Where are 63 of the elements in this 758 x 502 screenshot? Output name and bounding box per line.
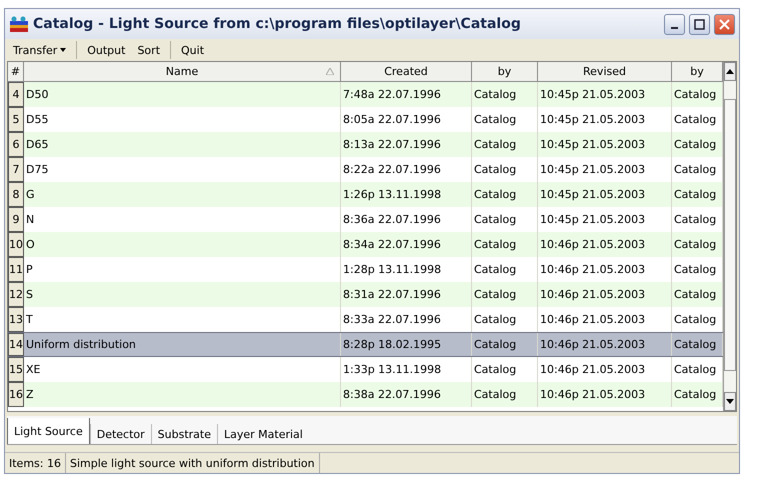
catalog-app-icon [9, 15, 29, 33]
table-cell: 8:28p 18.02.1995 [341, 333, 472, 356]
table-row[interactable]: 16 Z 8:38a 22.07.1996 Catalog 10:46p 21.05.2003 Catalog [8, 382, 723, 407]
table-row[interactable]: 12 S 8:31a 22.07.1996 Catalog 10:46p 21.05.2003 Catalog [8, 282, 723, 307]
table-row[interactable]: 4 D50 7:48a 22.07.1996 Catalog 10:45p 21.05.2003 Catalog [8, 82, 723, 107]
scrollbar[interactable] [723, 62, 736, 411]
table-cell: 10:46p 21.05.2003 [538, 382, 672, 407]
scroll-up-icon [726, 69, 734, 74]
scroll-down-icon [726, 399, 734, 404]
table-row[interactable]: 11 P 1:28p 13.11.1998 Catalog 10:46p 21.05.2003 Catalog [8, 257, 723, 282]
row-number: 6 [8, 132, 24, 157]
toolbar-button[interactable]: Quit [179, 44, 206, 56]
column-header[interactable]: Created [341, 62, 472, 82]
table-row[interactable]: 6 D65 8:13a 22.07.1996 Catalog 10:45p 21.05.2003 Catalog [8, 132, 723, 157]
table-row[interactable]: 7 D75 8:22a 22.07.1996 Catalog 10:45p 21.05.2003 Catalog [8, 157, 723, 182]
table-row[interactable]: 14 Uniform distribution 8:28p 18.02.1995 Catalog 10:46p 21.05.2003 Catalog [8, 332, 723, 357]
sort-icon [326, 68, 334, 75]
row-number: 8 [8, 182, 24, 207]
column-header[interactable]: by [672, 62, 723, 82]
transfer-menu-button[interactable]: Transfer [11, 44, 68, 56]
caret-icon [60, 48, 66, 52]
maximize-icon [694, 18, 705, 30]
close-icon [719, 18, 730, 30]
row-number: 12 [8, 282, 24, 307]
status-text: Items: 16 [5, 453, 66, 473]
table-row[interactable]: 15 XE 1:33p 13.11.1998 Catalog 10:46p 21.05.2003 Catalog [8, 357, 723, 382]
table-row[interactable]: 13 T 8:33a 22.07.1996 Catalog 10:46p 21.05.2003 Catalog [8, 307, 723, 332]
table-cell: Catalog [472, 333, 538, 356]
table-cell: Catalog [472, 382, 538, 407]
table-cell: Uniform distribution [24, 333, 341, 356]
row-number: 7 [8, 157, 24, 182]
row-number: 4 [8, 82, 24, 107]
table-row[interactable]: 9 N 8:36a 22.07.1996 Catalog 10:45p 21.05.2003 Catalog [8, 207, 723, 232]
row-number: 16 [8, 382, 24, 407]
maximize-button[interactable] [689, 14, 710, 34]
table-cell: 10:46p 21.05.2003 [538, 333, 672, 356]
tab[interactable]: Detector [90, 424, 151, 444]
row-number: 9 [8, 207, 24, 232]
minimize-icon [671, 27, 678, 29]
tab[interactable]: Light Source [7, 418, 90, 444]
column-header[interactable]: by [472, 62, 538, 82]
toolbar-button[interactable]: Sort [135, 44, 162, 56]
tab[interactable]: Layer Material [217, 424, 309, 444]
column-header[interactable]: # [8, 62, 24, 82]
table-cell: 8:38a 22.07.1996 [341, 382, 472, 407]
tab[interactable]: Substrate [150, 424, 217, 444]
table-cell: Z [24, 382, 341, 407]
row-number: 15 [8, 357, 24, 382]
row-number: 11 [8, 257, 24, 282]
row-number: 5 [8, 107, 24, 132]
close-button[interactable] [714, 14, 735, 34]
table-row[interactable]: 8 G 1:26p 13.11.1998 Catalog 10:45p 21.05.2003 Catalog [8, 182, 723, 207]
table-row[interactable]: 5 D55 8:05a 22.07.1996 Catalog 10:45p 21.05.2003 Catalog [8, 107, 723, 132]
status-text: Simple light source with uniform distribution [66, 453, 320, 473]
table-row[interactable]: 10 O 8:34a 22.07.1996 Catalog 10:46p 21.05.2003 Catalog [8, 232, 723, 257]
toolbar-button[interactable]: Output [85, 44, 128, 56]
row-number: 13 [8, 307, 24, 332]
minimize-button[interactable] [664, 14, 685, 34]
row-number: 10 [8, 232, 24, 257]
window-title: Catalog - Light Source from c:\program files\optilayer\Catalog [33, 16, 522, 32]
column-header[interactable]: Revised [538, 62, 672, 82]
column-header[interactable]: Name [24, 62, 341, 82]
row-number: 14 [8, 333, 24, 356]
